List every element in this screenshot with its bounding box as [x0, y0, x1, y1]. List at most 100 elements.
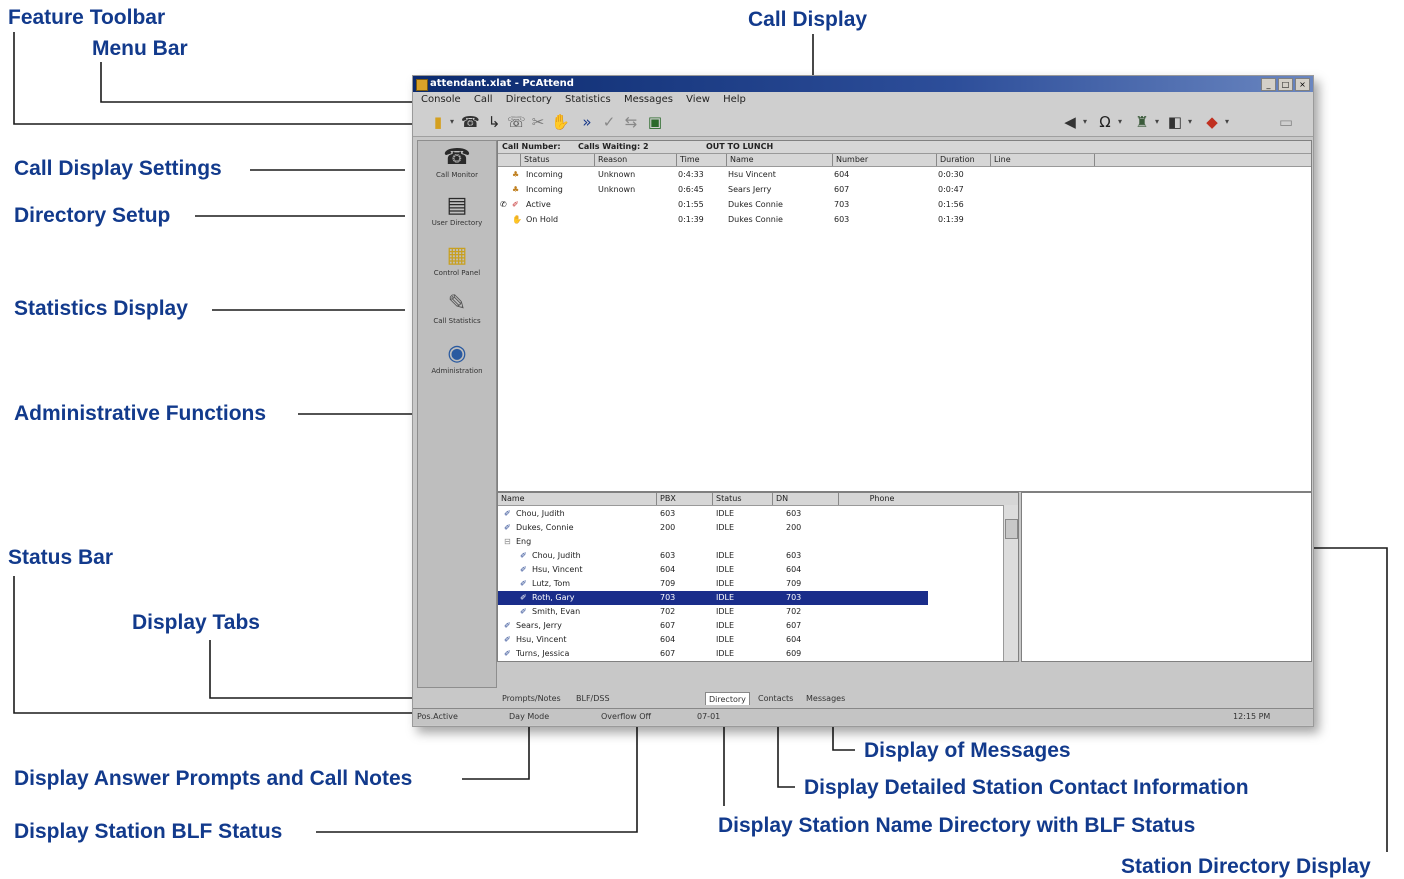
incoming-icon: ♣: [512, 170, 520, 179]
sidebar-item-call-monitor[interactable]: ☎ Call Monitor: [418, 145, 496, 179]
transfer-icon[interactable]: ↳: [485, 113, 503, 131]
tab-directory[interactable]: Directory: [705, 692, 750, 705]
swap-icon[interactable]: ⇆: [622, 113, 640, 131]
monitor-icon[interactable]: ▣: [646, 113, 664, 131]
receiver-icon[interactable]: ▮: [429, 113, 447, 131]
sidebar-item-administration[interactable]: ◉ Administration: [418, 341, 496, 375]
close-icon[interactable]: ▭: [1277, 113, 1295, 131]
headset-dropdown-icon[interactable]: ▾: [1118, 117, 1122, 126]
col-number[interactable]: Number: [832, 154, 936, 166]
directory-row[interactable]: ✐ Hsu, Vincent 604 IDLE 604: [498, 633, 928, 647]
call-number: 703: [834, 200, 850, 209]
maximize-button[interactable]: □: [1278, 78, 1293, 91]
phone-book-icon[interactable]: ☎: [461, 113, 480, 131]
menu-console[interactable]: Console: [421, 94, 461, 105]
hold-icon[interactable]: ✋: [551, 113, 570, 131]
tab-prompts-notes[interactable]: Prompts/Notes: [499, 692, 564, 704]
status-ext: 07-01: [697, 712, 721, 721]
tab-blf-dss[interactable]: BLF/DSS: [573, 692, 613, 704]
directory-row[interactable]: ✐ Roth, Gary 703 IDLE 703: [498, 591, 928, 605]
menu-directory[interactable]: Directory: [506, 94, 552, 105]
menu-help[interactable]: Help: [723, 94, 746, 105]
alarm-icon[interactable]: ◆: [1203, 113, 1221, 131]
directory-row[interactable]: ✐ Chou, Judith 603 IDLE 603: [498, 549, 928, 563]
dir-dn: 603: [786, 551, 802, 560]
col-dir-pbx[interactable]: PBX: [656, 493, 712, 505]
close-button[interactable]: ×: [1295, 78, 1310, 91]
menu-call[interactable]: Call: [474, 94, 493, 105]
menu-view[interactable]: View: [686, 94, 710, 105]
call-number: 607: [834, 185, 850, 194]
col-dir-status[interactable]: Status: [712, 493, 772, 505]
conference-icon[interactable]: ☏: [507, 113, 526, 131]
status-mode: Pos.Active: [417, 712, 458, 721]
call-number: 603: [834, 215, 850, 224]
night-icon[interactable]: ◧: [1166, 113, 1184, 131]
col-dir-dn[interactable]: DN: [772, 493, 838, 505]
col-duration[interactable]: Duration: [936, 154, 990, 166]
directory-row[interactable]: ✐ Chou, Judith 603 IDLE 603: [498, 507, 928, 521]
directory-row[interactable]: ✐ Dukes, Connie 200 IDLE 200: [498, 521, 928, 535]
col-status[interactable]: Status: [520, 154, 594, 166]
call-name: Dukes Connie: [728, 200, 783, 209]
dir-status: IDLE: [716, 523, 735, 532]
sidebar-item-control-panel[interactable]: ▦ Control Panel: [418, 243, 496, 277]
directory-row[interactable]: ✐ Sears, Jerry 607 IDLE 607: [498, 619, 928, 633]
release-icon[interactable]: ✂: [529, 113, 547, 131]
status-time: 12:15 PM: [1233, 712, 1271, 721]
directory-row[interactable]: ✐ Lutz, Tom 709 IDLE 709: [498, 577, 928, 591]
title-bar[interactable]: attendant.xlat - PcAttend _ □ ×: [413, 76, 1313, 92]
col-line[interactable]: Line: [990, 154, 1094, 166]
callout-display-detailed-station-contact: Display Detailed Station Contact Informa…: [804, 776, 1249, 799]
user-icon[interactable]: ♜: [1133, 113, 1151, 131]
speaker-icon[interactable]: ◀: [1061, 113, 1079, 131]
col-dir-phone[interactable]: Phone: [838, 493, 922, 505]
directory-row[interactable]: ✐ Turns, Jessica 607 IDLE 609: [498, 647, 928, 661]
callout-feature-toolbar: Feature Toolbar: [8, 6, 166, 29]
user-dropdown-icon[interactable]: ▾: [1155, 117, 1159, 126]
col-dir-name[interactable]: Name: [498, 493, 655, 505]
sidebar-item-user-directory[interactable]: ▤ User Directory: [418, 193, 496, 227]
col-reason[interactable]: Reason: [594, 154, 676, 166]
dir-dn: 703: [786, 593, 802, 602]
forward-icon[interactable]: »: [578, 113, 596, 131]
night-dropdown-icon[interactable]: ▾: [1188, 117, 1192, 126]
status-day-mode: Day Mode: [509, 712, 550, 721]
dir-name: Hsu, Vincent: [516, 635, 567, 644]
tab-contacts[interactable]: Contacts: [755, 692, 796, 704]
directory-row[interactable]: ⊟ Eng: [498, 535, 928, 549]
scrollbar-thumb[interactable]: [1005, 519, 1018, 539]
call-row[interactable]: ✋ On Hold 0:1:39 Dukes Connie 603 0:1:39: [498, 212, 1311, 227]
window-controls: _ □ ×: [1261, 78, 1310, 91]
active-icon: ✐: [512, 200, 519, 209]
callout-display-station-blf-status: Display Station BLF Status: [14, 820, 283, 843]
directory-scrollbar[interactable]: [1003, 505, 1018, 661]
headset-icon[interactable]: Ω: [1096, 113, 1114, 131]
menu-messages[interactable]: Messages: [624, 94, 673, 105]
directory-row[interactable]: ✐ Hsu, Vincent 604 IDLE 604: [498, 563, 928, 577]
callout-statistics-display: Statistics Display: [14, 297, 188, 320]
dir-dn: 604: [786, 635, 802, 644]
callout-menu-bar: Menu Bar: [92, 37, 188, 60]
call-number: 604: [834, 170, 850, 179]
minimize-button[interactable]: _: [1261, 78, 1276, 91]
dir-status: IDLE: [716, 551, 735, 560]
menu-statistics[interactable]: Statistics: [565, 94, 611, 105]
col-time[interactable]: Time: [676, 154, 726, 166]
receiver-dropdown-icon[interactable]: ▾: [450, 117, 454, 126]
speaker-dropdown-icon[interactable]: ▾: [1083, 117, 1087, 126]
call-row[interactable]: ♣ Incoming Unknown 0:4:33 Hsu Vincent 60…: [498, 167, 1311, 182]
phone-icon: ☎: [443, 145, 471, 170]
sidebar-item-call-statistics[interactable]: ✎ Call Statistics: [418, 291, 496, 325]
call-duration: 0:0:30: [938, 170, 964, 179]
call-row[interactable]: ♣ Incoming Unknown 0:6:45 Sears Jerry 60…: [498, 182, 1311, 197]
check-icon[interactable]: ✓: [600, 113, 618, 131]
alarm-dropdown-icon[interactable]: ▾: [1225, 117, 1229, 126]
col-name[interactable]: Name: [726, 154, 832, 166]
directory-row[interactable]: ✐ Smith, Evan 702 IDLE 702: [498, 605, 928, 619]
dir-status: IDLE: [716, 649, 735, 658]
statistics-icon: ✎: [447, 291, 467, 316]
app-window: attendant.xlat - PcAttend _ □ × Console …: [412, 75, 1314, 727]
tab-messages[interactable]: Messages: [803, 692, 848, 704]
call-row[interactable]: ✆ ✐ Active 0:1:55 Dukes Connie 703 0:1:5…: [498, 197, 1311, 212]
